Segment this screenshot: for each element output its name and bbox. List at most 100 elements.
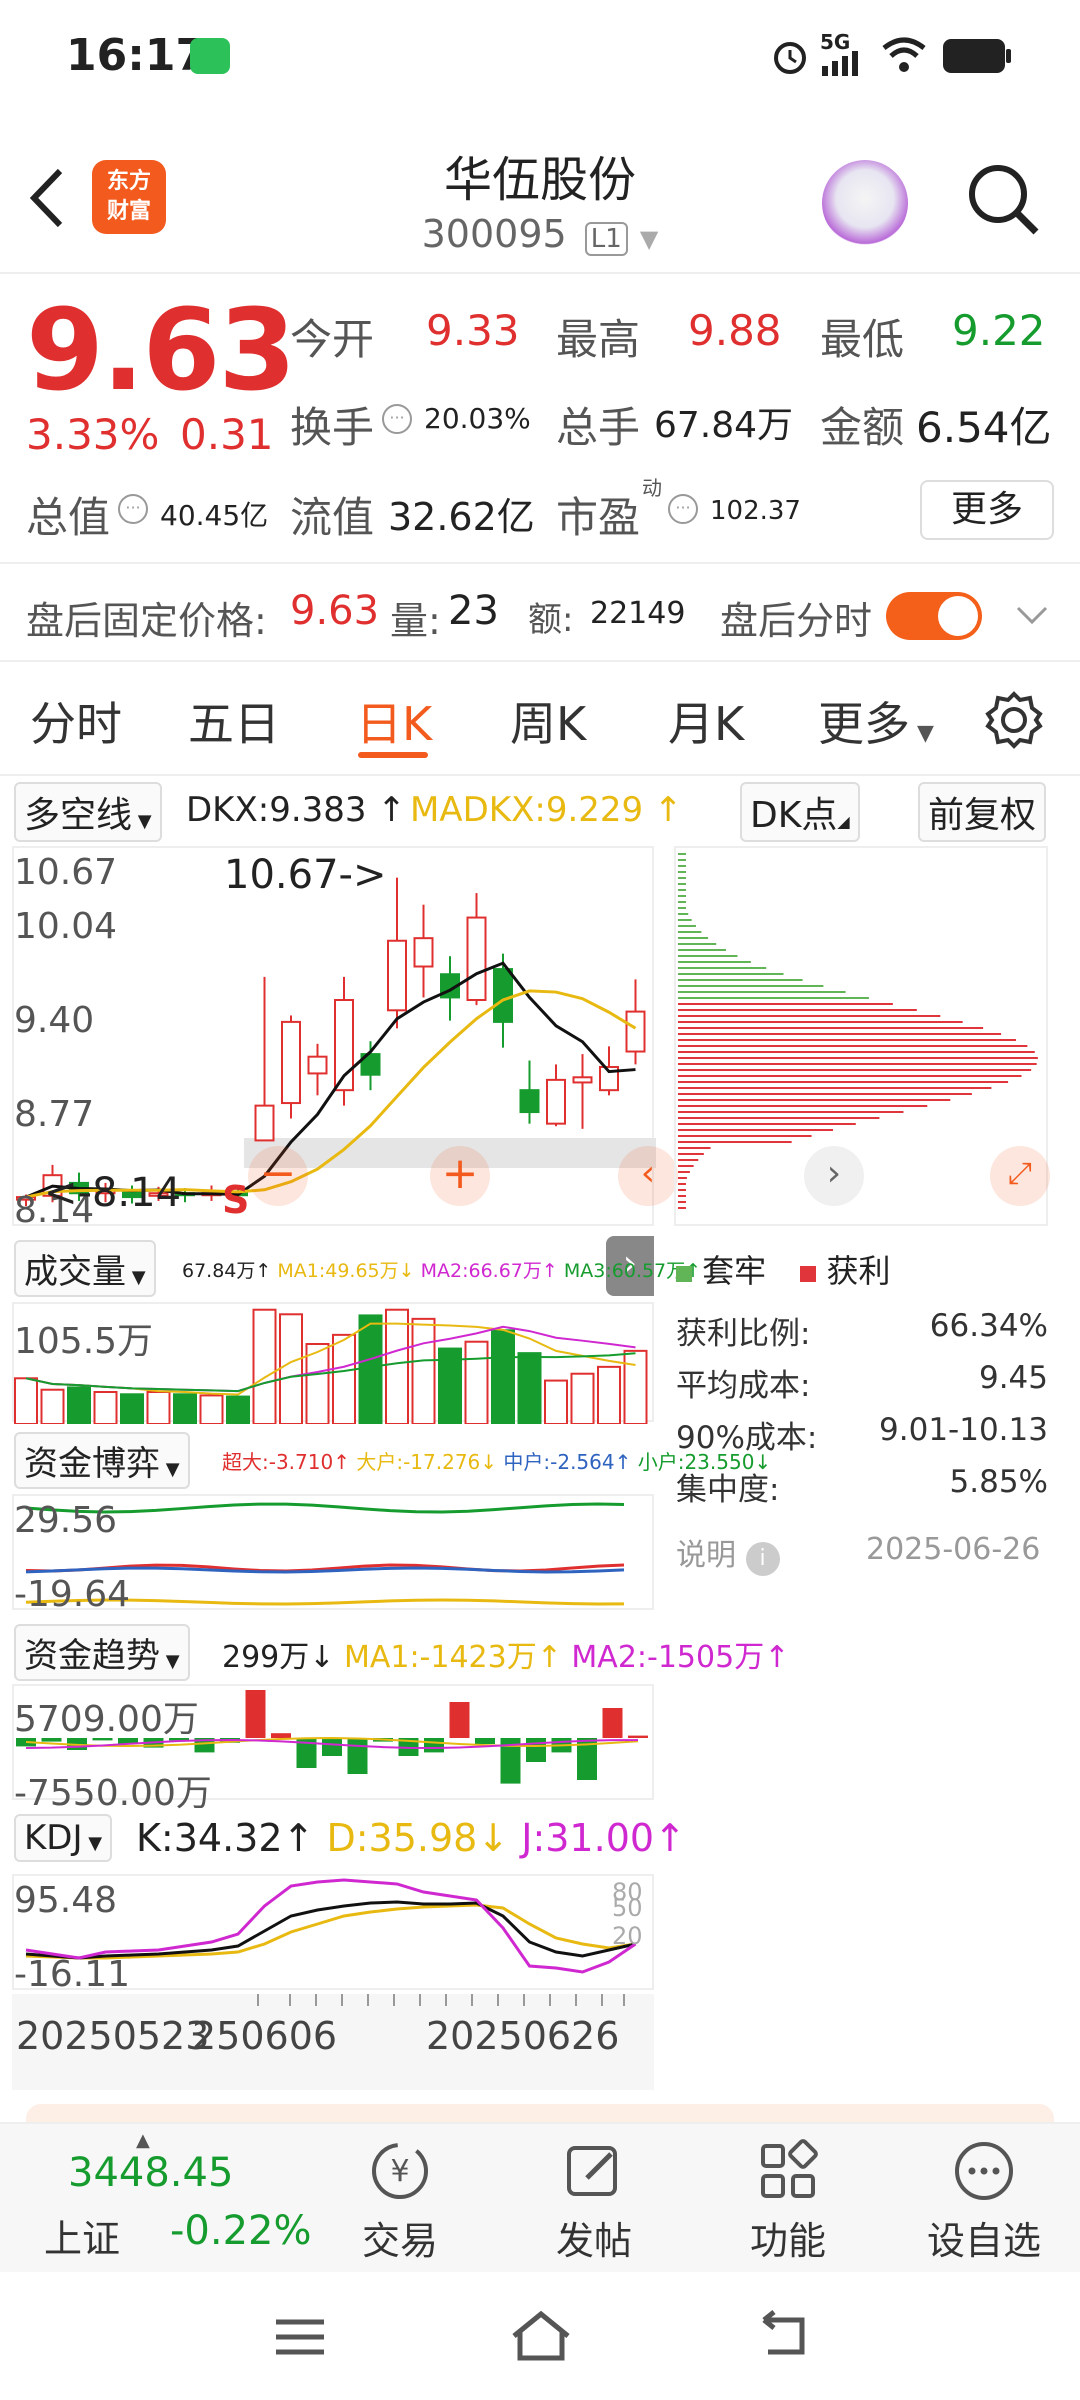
volume-indicators: 67.84万↑ MA1:49.65万↓ MA2:66.67万↑ MA3:60.5…: [182, 1256, 701, 1283]
add-watchlist-button[interactable]: 设自选: [914, 2136, 1054, 2265]
chevron-down-icon: ▼: [132, 811, 152, 832]
volume-bar: [464, 1340, 489, 1425]
robot-avatar[interactable]: [822, 160, 908, 246]
home-icon[interactable]: [506, 2306, 576, 2366]
back-nav-icon[interactable]: [752, 2308, 812, 2364]
signal-icon: [822, 51, 858, 76]
status-bar: 16:17 5G: [0, 0, 1080, 110]
index-ticker[interactable]: ▲ 3448.45 上证 -0.22%: [30, 2130, 320, 2270]
fund-trend-select[interactable]: 资金趋势 ▼: [14, 1624, 190, 1681]
dk-point-label: DK点: [750, 795, 838, 836]
menu-icon[interactable]: [270, 2312, 330, 2362]
fund-indicators: 超大:-3.710↑ 大户:-17.276↓ 中户:-2.564↑ 小户:23.…: [222, 1446, 771, 1475]
divider: [0, 562, 1080, 564]
fund-game-select[interactable]: 资金博弈 ▼: [14, 1432, 190, 1489]
trend-bar: [526, 1738, 546, 1762]
x-axis-label: 250606: [192, 2014, 338, 2058]
post-button[interactable]: 发帖: [524, 2136, 664, 2265]
volume-bar: [40, 1388, 65, 1425]
grid-icon: [761, 2139, 818, 2198]
kdj-d: D:35.98↓: [326, 1816, 510, 1860]
tab-daily-k[interactable]: 日K: [356, 688, 432, 754]
stock-code: 300095: [421, 212, 567, 256]
chevron-down-icon: ▼: [639, 225, 659, 253]
volume-bar: [491, 1329, 515, 1426]
trend-value: 299万↓: [222, 1640, 335, 1675]
fund-mid: 中户:-2.564↑: [503, 1450, 632, 1474]
tab-five-day[interactable]: 五日: [188, 688, 280, 754]
scroll-right-button[interactable]: ›: [804, 1146, 864, 1206]
after-hours-label: 盘后固定价格:: [26, 599, 267, 643]
scroll-left-button[interactable]: ‹: [618, 1146, 678, 1206]
volume-bar: [226, 1395, 250, 1425]
volume-bar: [146, 1391, 171, 1425]
price-axis-label: 10.67: [14, 852, 118, 893]
tab-intraday[interactable]: 分时: [30, 688, 122, 754]
caret-up-icon: ▲: [136, 2130, 150, 2151]
after-hours-toggle[interactable]: [886, 592, 982, 640]
volume-bar: [385, 1308, 409, 1425]
info-icon[interactable]: ···: [382, 404, 412, 434]
search-icon[interactable]: [964, 160, 1044, 240]
sell-marker: S: [222, 1178, 250, 1222]
cost-value: 9.01-10.13: [879, 1412, 1048, 1448]
tab-monthly-k[interactable]: 月K: [668, 688, 744, 754]
price-axis-label: 10.04: [14, 906, 118, 947]
system-nav-bar: [0, 2272, 1080, 2400]
candle-body: [254, 1104, 275, 1142]
tab-weekly-k[interactable]: 周K: [510, 688, 586, 754]
stock-code-row[interactable]: 300095 L1 ▼: [0, 212, 1080, 256]
turnover-label: 换手: [290, 403, 375, 452]
fund-axis-top: 29.56: [14, 1500, 118, 1541]
x-axis-label: 20250523: [16, 2014, 210, 2058]
after-hours-amt-label: 额:: [528, 600, 574, 640]
tab-more[interactable]: 更多 ▼: [818, 688, 934, 754]
cost-label: 获利比例:: [676, 1316, 811, 1352]
kdj-level-label: 50: [612, 1894, 643, 1922]
chevron-down-icon: ▼: [82, 1833, 103, 1854]
fund-panel-name: 资金博弈: [24, 1444, 160, 1484]
cost-label: 集中度:: [676, 1472, 780, 1508]
adjust-button[interactable]: 前复权: [918, 782, 1047, 842]
candle-body: [413, 937, 434, 968]
amount-value: 6.54亿: [916, 403, 1052, 452]
turnover-value: 20.03%: [424, 402, 531, 435]
float-value: 32.62亿: [388, 495, 535, 539]
candle-body: [387, 939, 407, 1012]
dk-point-select[interactable]: DK点◢: [740, 782, 860, 842]
pe-sup: 动: [642, 476, 662, 500]
zoom-out-button[interactable]: −: [248, 1146, 308, 1206]
tab-more-label: 更多: [818, 697, 910, 751]
info-icon[interactable]: ···: [668, 494, 698, 524]
change-pct: 3.33%: [26, 410, 160, 459]
zoom-in-button[interactable]: +: [430, 1146, 490, 1206]
trade-button[interactable]: ¥ 交易: [330, 2136, 470, 2265]
gear-icon[interactable]: [984, 690, 1044, 750]
trend-bar: [424, 1738, 444, 1753]
trend-bar: [449, 1702, 470, 1738]
function-button[interactable]: 功能: [718, 2136, 858, 2265]
wifi-icon: [882, 37, 926, 72]
info-icon[interactable]: ···: [118, 494, 148, 524]
cost-row-profit-ratio: 获利比例: 66.34%: [676, 1308, 1048, 1353]
kline-chart[interactable]: [12, 846, 656, 1226]
volume-select[interactable]: 成交量 ▼: [14, 1240, 156, 1297]
trend-panel-name: 资金趋势: [24, 1636, 160, 1676]
stock-name: 华伍股份: [443, 152, 636, 208]
cost-note[interactable]: 说明 i: [676, 1530, 780, 1576]
chevron-down-icon[interactable]: [1012, 600, 1052, 630]
fullscreen-icon[interactable]: ⤢: [990, 1146, 1050, 1206]
high-label: 最高: [556, 315, 641, 364]
trend-bar: [322, 1738, 342, 1756]
low-label: 最低: [820, 315, 905, 364]
legend-profit: 获利: [826, 1252, 891, 1290]
more-button[interactable]: 更多: [920, 480, 1054, 540]
trend-bar: [602, 1708, 623, 1738]
legend-swatch-profit: [800, 1266, 817, 1282]
indicator-select[interactable]: 多空线 ▼: [14, 782, 162, 842]
kdj-panel-name: KDJ: [24, 1818, 83, 1858]
kdj-select[interactable]: KDJ ▼: [14, 1814, 113, 1862]
chevron-down-icon: ▼: [910, 721, 934, 746]
x-axis-ticks: [257, 1994, 625, 2006]
volume-bar: [305, 1343, 330, 1425]
